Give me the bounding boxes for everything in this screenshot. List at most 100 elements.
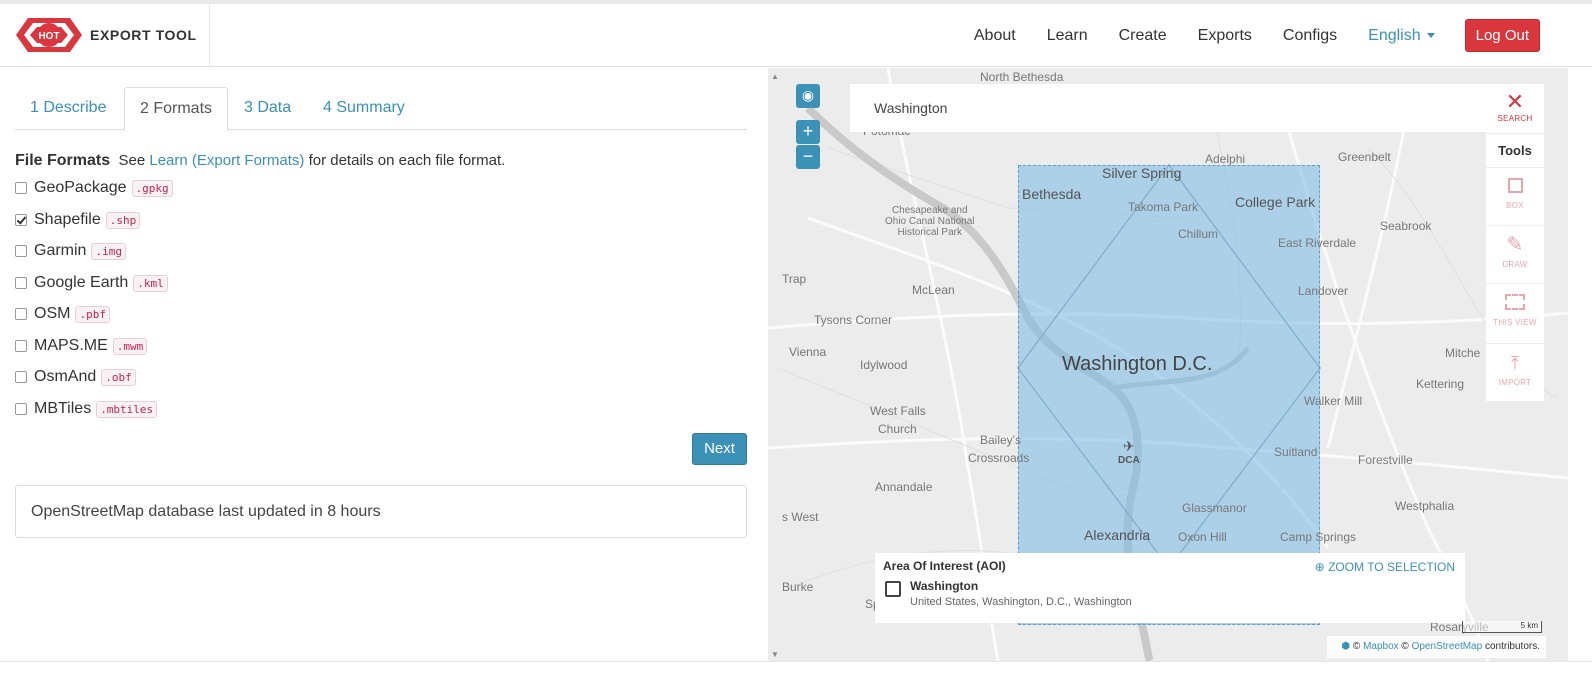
nav-links: About Learn Create Exports Configs Engli… xyxy=(943,4,1540,67)
map-label: Trap xyxy=(782,272,807,286)
format-name: GeoPackage xyxy=(34,179,127,196)
close-icon: ✕ xyxy=(1505,89,1525,114)
map-label: s West xyxy=(782,510,819,524)
scroll-down-icon[interactable]: ▼ xyxy=(771,650,779,659)
map-label: DCA xyxy=(1118,455,1140,466)
format-name: OsmAnd xyxy=(34,368,97,385)
format-name: Shapefile xyxy=(34,211,101,228)
format-option-osmand[interactable]: OsmAnd .obf xyxy=(15,365,136,389)
map-label: Idylwood xyxy=(860,358,908,372)
map-search-input[interactable] xyxy=(850,84,1486,132)
checkbox[interactable] xyxy=(15,403,27,415)
format-option-garmin[interactable]: Garmin .img xyxy=(15,239,126,263)
nav-about[interactable]: About xyxy=(974,27,1016,45)
checkbox[interactable] xyxy=(15,340,27,352)
openstreetmap-link[interactable]: OpenStreetMap xyxy=(1412,641,1483,652)
language-dropdown[interactable]: English xyxy=(1368,27,1435,45)
zoom-out-button[interactable]: − xyxy=(796,145,820,169)
aoi-name: Washington xyxy=(910,579,979,593)
map-label: Walker Mill xyxy=(1304,394,1363,408)
zoom-in-button[interactable]: + xyxy=(796,120,820,144)
pencil-icon: ✎ xyxy=(1506,234,1524,256)
viewport-icon xyxy=(1505,294,1525,310)
logout-button[interactable]: Log Out xyxy=(1464,19,1540,52)
format-option-mapsme[interactable]: MAPS.ME .mwm xyxy=(15,334,148,358)
map-label: Bailey's xyxy=(980,433,1021,447)
box-tool[interactable]: BOX xyxy=(1486,168,1544,226)
map-label: Greenbelt xyxy=(1338,150,1391,164)
checkbox[interactable] xyxy=(15,308,27,320)
aoi-checkbox[interactable] xyxy=(885,581,901,597)
mapbox-link[interactable]: Mapbox xyxy=(1363,641,1399,652)
tab-formats[interactable]: 2 Formats xyxy=(124,87,229,131)
map-label: Church xyxy=(878,422,917,436)
file-formats-heading: File Formats See Learn (Export Formats) … xyxy=(15,152,505,170)
logo-text: HOT xyxy=(38,31,59,42)
format-option-shapefile[interactable]: Shapefile .shp xyxy=(15,208,141,232)
learn-export-formats-link[interactable]: Learn (Export Formats) xyxy=(149,152,304,169)
format-name: Garmin xyxy=(34,242,87,259)
top-navbar: HOT EXPORT TOOL About Learn Create Expor… xyxy=(0,4,1592,67)
map-label: Vienna xyxy=(789,345,827,359)
format-extension: .mbtiles xyxy=(96,400,158,418)
checkbox[interactable] xyxy=(15,371,27,383)
mapbox-logo-icon: ⬢ xyxy=(1341,641,1351,652)
map-label: Tysons Corner xyxy=(814,313,893,327)
wizard-tabs: 1 Describe 2 Formats 3 Data 4 Summary xyxy=(15,87,747,131)
tool-label: DRAW xyxy=(1502,260,1528,269)
map-attribution: ⬢ © Mapbox © OpenStreetMap contributors. xyxy=(1327,636,1546,658)
globe-icon[interactable]: ◉ xyxy=(796,84,820,108)
zoom-to-selection-button[interactable]: ⊕ ZOOM TO SELECTION xyxy=(1315,560,1455,574)
nav-configs[interactable]: Configs xyxy=(1283,27,1337,45)
file-formats-title: File Formats xyxy=(15,152,111,169)
brand[interactable]: HOT EXPORT TOOL xyxy=(0,4,210,67)
map-label: North Bethesda xyxy=(980,70,1064,84)
tab-data[interactable]: 3 Data xyxy=(229,87,306,130)
checkbox-checked[interactable] xyxy=(15,214,27,226)
format-option-osm[interactable]: OSM .pbf xyxy=(15,302,110,326)
format-name: Google Earth xyxy=(34,274,129,291)
upload-icon: ⤒ xyxy=(1511,353,1519,373)
page-scrollbar[interactable] xyxy=(1568,68,1592,661)
map-label: Chillum xyxy=(1178,227,1219,241)
this-view-tool[interactable]: THIS VIEW xyxy=(1486,284,1544,344)
checkbox[interactable] xyxy=(15,277,27,289)
aoi-location: United States, Washington, D.C., Washing… xyxy=(910,596,1132,608)
format-option-geopackage[interactable]: GeoPackage .gpkg xyxy=(15,176,173,200)
checkbox[interactable] xyxy=(15,245,27,257)
bottom-strip xyxy=(0,661,1592,686)
tool-label: THIS VIEW xyxy=(1493,318,1537,327)
airport-icon: ✈ xyxy=(1123,438,1135,454)
tools-panel: ✕ SEARCH Tools BOX ✎ DRAW THIS VIEW ⤒ IM… xyxy=(1486,84,1544,402)
map-view[interactable]: North Bethesda Potomac Silver Spring Ade… xyxy=(768,68,1568,661)
format-extension: .img xyxy=(91,242,126,260)
next-button[interactable]: Next xyxy=(692,433,747,465)
nav-create[interactable]: Create xyxy=(1119,27,1167,45)
tool-label: IMPORT xyxy=(1498,378,1532,387)
map-label: College Park xyxy=(1235,194,1316,210)
format-name: MBTiles xyxy=(34,400,92,417)
nav-learn[interactable]: Learn xyxy=(1047,27,1088,45)
draw-tool[interactable]: ✎ DRAW xyxy=(1486,226,1544,284)
format-option-mbtiles[interactable]: MBTiles .mbtiles xyxy=(15,397,158,421)
scroll-up-icon[interactable]: ▲ xyxy=(771,72,779,81)
database-status: OpenStreetMap database last updated in 8… xyxy=(15,485,747,538)
tab-describe[interactable]: 1 Describe xyxy=(15,87,121,130)
map-label: Burke xyxy=(782,580,814,594)
nav-exports[interactable]: Exports xyxy=(1198,27,1252,45)
map-label: Landover xyxy=(1298,284,1349,298)
format-option-google-earth[interactable]: Google Earth .kml xyxy=(15,271,168,295)
map-label-washington-dc: Washington D.C. xyxy=(1062,353,1213,375)
import-tool[interactable]: ⤒ IMPORT xyxy=(1486,344,1544,402)
search-clear-tool[interactable]: ✕ SEARCH xyxy=(1486,84,1544,134)
see-text: See xyxy=(118,152,146,169)
checkbox[interactable] xyxy=(15,182,27,194)
map-label: East Riverdale xyxy=(1278,236,1357,250)
map-label: Annandale xyxy=(875,480,933,494)
map-label: Adelphi xyxy=(1205,152,1246,166)
map-label: Kettering xyxy=(1416,377,1465,391)
tab-summary[interactable]: 4 Summary xyxy=(308,87,420,130)
brand-title: EXPORT TOOL xyxy=(90,27,197,43)
map-label: Seabrook xyxy=(1380,219,1432,233)
caret-down-icon xyxy=(1426,32,1435,38)
